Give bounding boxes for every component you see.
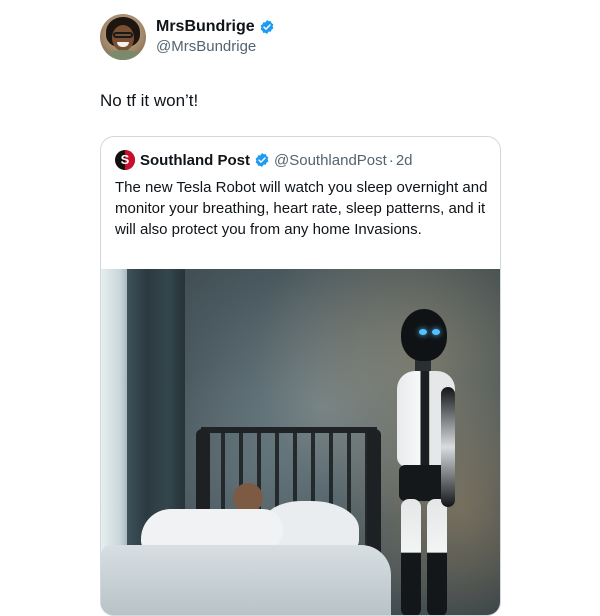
- tweet-author[interactable]: MrsBundrige @MrsBundrige: [100, 14, 275, 60]
- separator-dot: ·: [388, 151, 394, 169]
- author-name-row: MrsBundrige: [156, 17, 275, 37]
- verified-badge-icon: [255, 153, 269, 167]
- author-handle[interactable]: @MrsBundrige: [156, 37, 275, 57]
- verified-badge-icon: [260, 20, 274, 34]
- avatar[interactable]: [100, 14, 146, 60]
- bed-blanket: [101, 545, 391, 615]
- robot-head: [401, 309, 447, 361]
- avatar-face: [112, 25, 134, 51]
- avatar-glasses: [113, 32, 133, 38]
- tweet-text: No tf it won’t!: [100, 91, 199, 110]
- author-display-name[interactable]: MrsBundrige: [156, 17, 255, 37]
- quoted-timestamp[interactable]: 2d: [396, 152, 413, 169]
- avatar-shirt: [104, 50, 142, 60]
- quoted-tweet-header: S Southland Post @SouthlandPost · 2d: [115, 150, 413, 170]
- robot-arm: [441, 387, 455, 507]
- robot-leg-right: [427, 499, 447, 615]
- quoted-tweet-text: The new Tesla Robot will watch you sleep…: [115, 179, 488, 238]
- quoted-tweet[interactable]: S Southland Post @SouthlandPost · 2d The…: [100, 136, 501, 616]
- quoted-display-name[interactable]: Southland Post: [140, 152, 250, 169]
- logo-letter: S: [120, 152, 130, 167]
- robot-eye-right: [432, 329, 440, 335]
- robot-leg-left: [401, 499, 421, 615]
- robot-eye-left: [419, 329, 427, 335]
- quoted-tweet-image[interactable]: [101, 269, 500, 615]
- southland-post-logo[interactable]: S: [115, 150, 135, 170]
- author-names: MrsBundrige @MrsBundrige: [156, 17, 275, 57]
- humanoid-robot: [391, 309, 471, 615]
- tweet[interactable]: MrsBundrige @MrsBundrige No tf it won’t!…: [0, 0, 600, 616]
- quoted-handle[interactable]: @SouthlandPost: [274, 152, 387, 169]
